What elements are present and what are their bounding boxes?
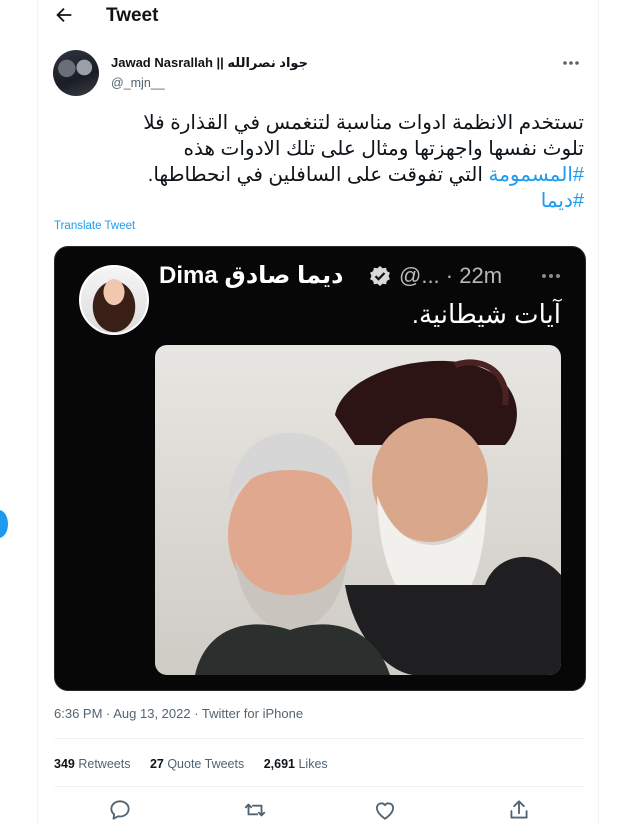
quoted-text: آيات شيطانية. [411,299,561,329]
avatar[interactable] [53,50,99,96]
translate-tweet-link[interactable]: Translate Tweet [54,220,135,232]
quotes-label: Quote Tweets [167,757,245,771]
likes-stat[interactable]: 2,691 Likes [264,757,328,771]
arrow-left-icon[interactable] [52,4,76,26]
retweets-count: 349 [54,757,75,771]
divider [54,786,584,787]
reply-icon[interactable] [106,797,134,823]
hashtag-link[interactable]: #المسمومة [488,164,584,186]
side-fab-edge[interactable] [0,510,8,538]
quoted-name: Dima ديما صادق [159,262,344,289]
portrait-photo [155,345,561,675]
hashtag-link[interactable]: #ديما [541,190,584,212]
tweet-column: Tweet Jawad Nasrallah || جواد نصرالله @_… [37,0,599,825]
share-icon[interactable] [505,797,533,823]
retweets-stat[interactable]: 349 Retweets [54,757,130,771]
retweets-label: Retweets [78,757,131,771]
likes-count: 2,691 [263,757,295,771]
tweet-line-2: تلوث نفسها واجهزتها ومثال على تلك الادوا… [183,138,584,160]
likes-label: Likes [298,757,328,771]
more-horizontal-icon[interactable] [558,55,584,71]
quoted-meta: @... · 22m [399,263,503,288]
quoted-header: Dima ديما صادق @... · 22m [159,261,569,295]
tweet-text: تستخدم الانظمة ادوات مناسبة لتنغمس في ال… [54,110,584,214]
header: Tweet [38,0,598,30]
action-bar [38,797,598,825]
page-title: Tweet [106,5,159,26]
portrait-illustration [195,359,561,675]
retweet-icon[interactable] [241,797,269,823]
more-horizontal-icon [542,274,560,278]
tweet-line-1: تستخدم الانظمة ادوات مناسبة لتنغمس في ال… [143,112,584,134]
tweet-stats: 349 Retweets 27 Quote Tweets 2,691 Likes [54,757,344,771]
tweet-line-3-text: التي تفوقت على السافلين في انحطاطها. [147,164,489,186]
quote-tweets-stat[interactable]: 27 Quote Tweets [150,757,244,771]
author-handle[interactable]: @_mjn__ [111,76,165,90]
tweet-line-4: #ديما [54,188,584,214]
tweet-line-3: #المسمومة التي تفوقت على السافلين في انح… [54,162,584,188]
quoted-avatar [79,265,149,335]
quotes-count: 27 [149,757,164,771]
verified-badge-icon [370,266,390,286]
tweet-media-image[interactable]: Dima ديما صادق @... · 22m آيات شيطانية. [54,246,586,691]
heart-icon[interactable] [371,797,399,823]
author-name[interactable]: Jawad Nasrallah || جواد نصرالله [111,55,308,71]
divider [54,738,584,739]
tweet-timestamp[interactable]: 6:36 PM · Aug 13, 2022 · Twitter for iPh… [54,706,303,721]
